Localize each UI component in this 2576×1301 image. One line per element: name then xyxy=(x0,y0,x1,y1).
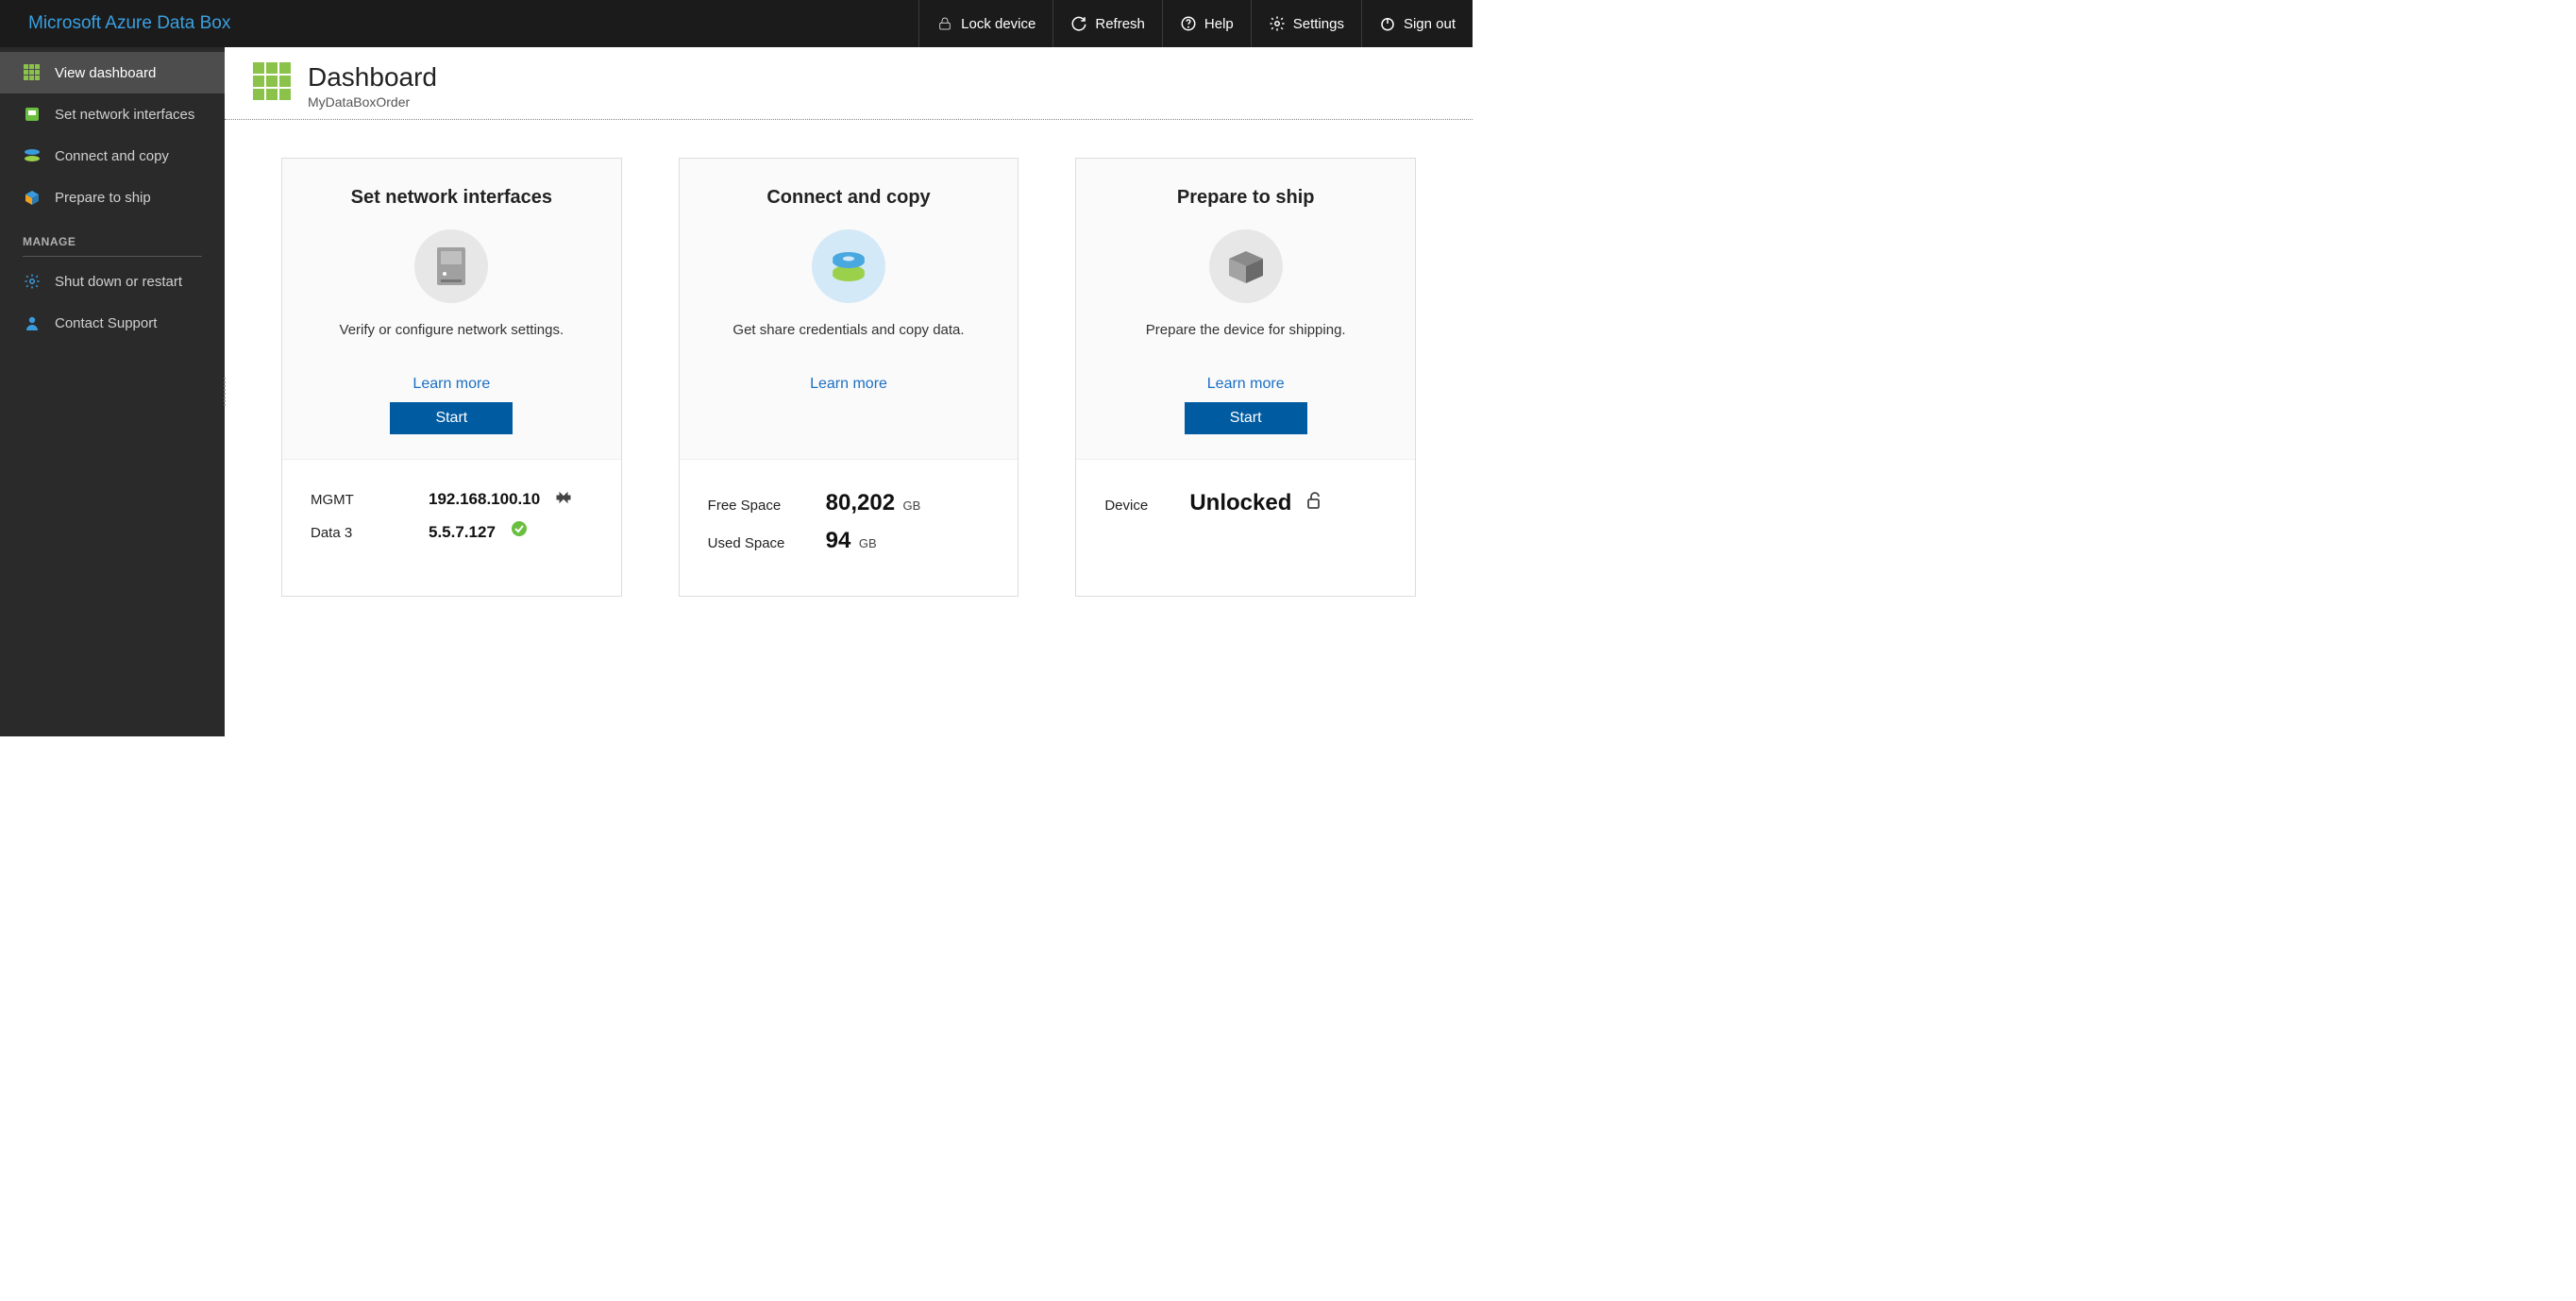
plug-icon xyxy=(555,491,572,504)
network-row-mgmt: MGMT 192.168.100.10 xyxy=(311,490,593,509)
learn-more-link[interactable]: Learn more xyxy=(1207,376,1285,393)
row-label: Data 3 xyxy=(311,525,419,541)
check-icon xyxy=(511,520,528,537)
card-ship: Prepare to ship Prepare the device for s… xyxy=(1075,158,1416,597)
row-label: MGMT xyxy=(311,492,419,508)
lock-label: Lock device xyxy=(961,16,1035,32)
sidebar-item-label: Set network interfaces xyxy=(55,107,194,123)
row-label: Free Space xyxy=(708,498,817,514)
topbar: Microsoft Azure Data Box Lock device Ref… xyxy=(0,0,1473,47)
card-title: Set network interfaces xyxy=(351,187,552,209)
sidebar-item-contact[interactable]: Contact Support xyxy=(0,302,225,344)
settings-button[interactable]: Settings xyxy=(1251,0,1361,47)
learn-more-link[interactable]: Learn more xyxy=(810,376,887,393)
sidebar-item-shutdown[interactable]: Shut down or restart xyxy=(0,261,225,302)
brand-title: Microsoft Azure Data Box xyxy=(0,0,259,47)
card-title: Prepare to ship xyxy=(1177,187,1315,209)
network-row-data3: Data 3 5.5.7.127 xyxy=(311,520,593,542)
sidebar-resize-handle[interactable] xyxy=(222,375,227,409)
sidebar: View dashboard Set network interfaces Co… xyxy=(0,47,225,736)
row-value: 5.5.7.127 xyxy=(429,523,496,542)
signout-button[interactable]: Sign out xyxy=(1361,0,1473,47)
sidebar-item-label: Shut down or restart xyxy=(55,274,182,290)
row-label: Used Space xyxy=(708,535,817,551)
unlock-icon xyxy=(1306,491,1323,510)
lock-device-button[interactable]: Lock device xyxy=(918,0,1052,47)
page-subtitle: MyDataBoxOrder xyxy=(308,94,437,110)
row-value: Unlocked xyxy=(1189,490,1291,516)
help-button[interactable]: Help xyxy=(1162,0,1251,47)
lock-icon xyxy=(936,15,953,32)
page-title: Dashboard xyxy=(308,62,437,93)
ship-icon xyxy=(23,189,42,206)
sidebar-item-dashboard[interactable]: View dashboard xyxy=(0,52,225,93)
settings-label: Settings xyxy=(1293,16,1344,32)
connect-icon xyxy=(23,147,42,164)
content: Dashboard MyDataBoxOrder Set network int… xyxy=(225,47,1473,736)
sidebar-item-label: View dashboard xyxy=(55,65,156,81)
card-connect: Connect and copy Get share credentials a… xyxy=(679,158,1019,597)
row-value: 192.168.100.10 xyxy=(429,490,540,509)
sidebar-item-label: Prepare to ship xyxy=(55,190,151,206)
row-unit: GB xyxy=(859,536,877,550)
dashboard-icon xyxy=(23,64,42,81)
sidebar-divider xyxy=(23,256,202,257)
dashboard-grid-icon xyxy=(253,62,291,100)
page-header: Dashboard MyDataBoxOrder xyxy=(225,47,1473,120)
server-icon xyxy=(414,229,488,303)
sidebar-item-label: Connect and copy xyxy=(55,148,169,164)
gear-icon xyxy=(1269,15,1286,32)
disks-icon xyxy=(812,229,885,303)
card-desc: Get share credentials and copy data. xyxy=(732,322,964,338)
row-unit: GB xyxy=(903,498,921,513)
signout-label: Sign out xyxy=(1404,16,1456,32)
card-desc: Verify or configure network settings. xyxy=(340,322,564,338)
refresh-icon xyxy=(1070,15,1087,32)
support-icon xyxy=(23,314,42,331)
refresh-button[interactable]: Refresh xyxy=(1052,0,1162,47)
sidebar-manage-heading: MANAGE xyxy=(0,218,225,256)
start-button[interactable]: Start xyxy=(1185,402,1307,434)
device-status-row: Device Unlocked xyxy=(1104,490,1387,516)
row-label: Device xyxy=(1104,498,1180,514)
gear-icon xyxy=(23,273,42,290)
sidebar-item-label: Contact Support xyxy=(55,315,157,331)
card-title: Connect and copy xyxy=(766,187,930,209)
power-icon xyxy=(1379,15,1396,32)
sidebar-item-connect[interactable]: Connect and copy xyxy=(0,135,225,177)
free-space-row: Free Space 80,202 GB xyxy=(708,490,990,516)
refresh-label: Refresh xyxy=(1095,16,1145,32)
help-icon xyxy=(1180,15,1197,32)
sidebar-item-ship[interactable]: Prepare to ship xyxy=(0,177,225,218)
row-value: 80,202 xyxy=(826,490,895,515)
network-icon xyxy=(23,106,42,123)
sidebar-item-network[interactable]: Set network interfaces xyxy=(0,93,225,135)
help-label: Help xyxy=(1204,16,1234,32)
dashboard-cards: Set network interfaces Verify or configu… xyxy=(225,120,1473,634)
topbar-actions: Lock device Refresh Help Settings Sign o… xyxy=(918,0,1473,47)
used-space-row: Used Space 94 GB xyxy=(708,528,990,554)
card-network: Set network interfaces Verify or configu… xyxy=(281,158,622,597)
card-desc: Prepare the device for shipping. xyxy=(1146,322,1346,338)
box-icon xyxy=(1209,229,1283,303)
row-value: 94 xyxy=(826,528,851,553)
start-button[interactable]: Start xyxy=(390,402,513,434)
learn-more-link[interactable]: Learn more xyxy=(412,376,490,393)
